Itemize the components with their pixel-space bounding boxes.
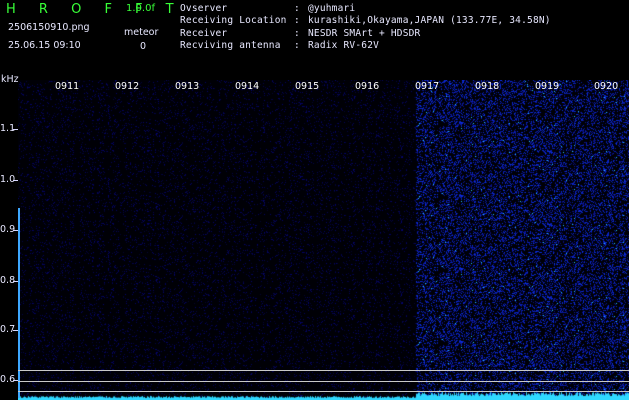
waterfall-canvas — [18, 80, 629, 400]
spectrogram — [18, 80, 629, 400]
receiver-separator: : — [294, 27, 300, 39]
time-label-0919: 0919 — [535, 81, 560, 92]
location-value: kurashiki,Okayama,JAPAN (133.77E, 34.58N… — [308, 15, 551, 27]
location-label: Receiving Location — [180, 15, 287, 27]
time-label-0917: 0917 — [415, 81, 440, 92]
antenna-separator: : — [294, 39, 300, 51]
frequency-unit: kHz — [1, 74, 19, 85]
reference-line — [18, 391, 629, 392]
date-time: 25.06.15 09:10 — [8, 40, 81, 51]
ytick-mark — [13, 129, 18, 130]
time-label-0913: 0913 — [175, 81, 200, 92]
ytick-mark — [13, 281, 18, 282]
ytick-mark — [13, 330, 18, 331]
antenna-label: Recviving antenna — [180, 39, 281, 51]
file-name: 2506150910.png — [8, 22, 90, 33]
reference-line — [18, 370, 629, 371]
location-separator: : — [294, 15, 300, 27]
meteor-count: 0 — [140, 41, 147, 52]
observer-label: Ovserver — [180, 3, 228, 14]
station-info: Ovserver : @yuhmari Receiving Location :… — [180, 3, 551, 52]
app-title: H R O F F T — [6, 2, 184, 17]
time-label-0914: 0914 — [235, 81, 260, 92]
ytick-mark — [13, 230, 18, 231]
time-label-0911: 0911 — [55, 81, 80, 92]
time-label-0920: 0920 — [594, 81, 619, 92]
location-row: Receiving Location : kurashiki,Okayama,J… — [180, 15, 551, 27]
app-version: 1.0.0f — [126, 3, 155, 14]
time-label-0916: 0916 — [355, 81, 380, 92]
receiver-value: NESDR SMArt + HDSDR — [308, 27, 421, 39]
antenna-value: Radix RV-62V — [308, 39, 380, 51]
observer-separator: : — [294, 3, 300, 14]
observer-value: @yuhmari — [308, 3, 356, 14]
ytick-mark — [13, 180, 18, 181]
receiver-label: Receiver — [180, 27, 228, 39]
time-label-0915: 0915 — [295, 81, 320, 92]
receiver-row: Receiver : NESDR SMArt + HDSDR — [180, 28, 551, 40]
antenna-row: Recviving antenna : Radix RV-62V — [180, 40, 551, 52]
time-label-0912: 0912 — [115, 81, 140, 92]
meteor-label: meteor — [124, 27, 159, 38]
time-label-0918: 0918 — [475, 81, 500, 92]
observer-row: Ovserver : @yuhmari — [180, 3, 551, 15]
reference-line — [18, 381, 629, 382]
